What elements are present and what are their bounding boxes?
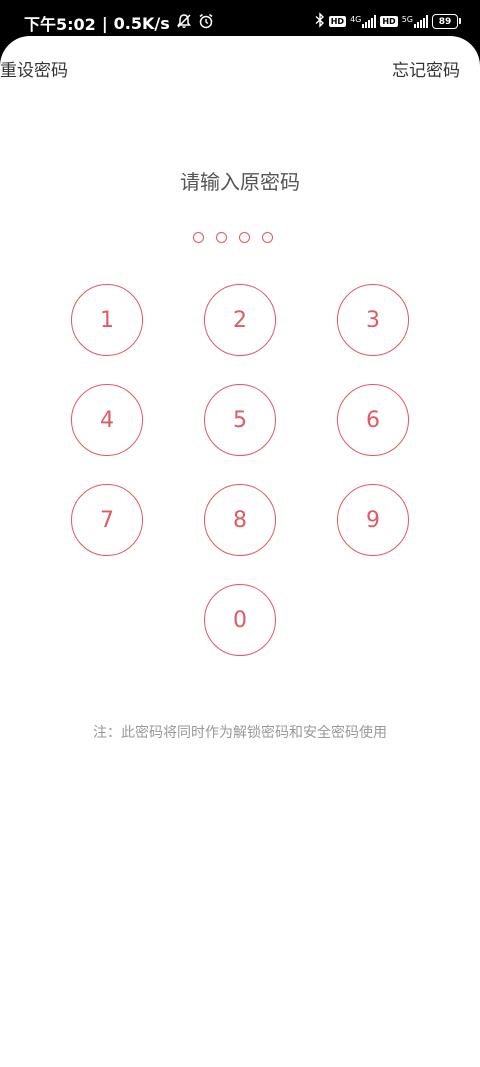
password-note: 注：此密码将同时作为解锁密码和安全密码使用 [93, 725, 387, 741]
pin-dot-2 [216, 232, 227, 243]
key-4[interactable]: 4 [71, 384, 143, 456]
signal-icon-1: 4G [350, 15, 377, 28]
pin-dot-1 [193, 232, 204, 243]
status-time: 下午5:02 [24, 15, 96, 34]
page-title: 请输入原密码 [180, 170, 300, 194]
forget-password-link[interactable]: 忘记密码 [392, 56, 460, 81]
pin-dot-4 [262, 232, 273, 243]
key-8[interactable]: 8 [204, 484, 276, 556]
battery-icon: 89 [432, 14, 461, 29]
key-6[interactable]: 6 [337, 384, 409, 456]
hd-badge-1: HD [328, 16, 347, 27]
pin-dot-3 [239, 232, 250, 243]
key-3[interactable]: 3 [337, 284, 409, 356]
key-2[interactable]: 2 [204, 284, 276, 356]
key-9[interactable]: 9 [337, 484, 409, 556]
key-7[interactable]: 7 [71, 484, 143, 556]
signal-icon-2: 5G [402, 15, 428, 28]
sim2-type: 5G [401, 15, 413, 24]
network-speed: 0.5K/s [113, 13, 170, 33]
battery-level: 89 [438, 16, 452, 27]
pin-indicator [193, 232, 273, 243]
alarm-icon [198, 13, 214, 33]
status-right: HD 4G HD 5G 89 [315, 12, 461, 31]
reset-password-link[interactable]: 重设密码 [0, 56, 68, 81]
sim1-type: 4G [350, 15, 362, 24]
hd-badge-2: HD [380, 16, 398, 27]
bluetooth-icon [315, 12, 325, 31]
password-sheet: 重设密码 忘记密码 请输入原密码 1 2 3 4 5 6 7 8 9 0 注：此… [0, 36, 480, 1067]
status-left: 下午5:02 | 0.5K/s [24, 11, 214, 35]
key-0[interactable]: 0 [204, 584, 276, 656]
status-separator: | [101, 13, 108, 33]
mute-icon [176, 13, 192, 33]
key-5[interactable]: 5 [204, 384, 276, 456]
key-1[interactable]: 1 [71, 284, 143, 356]
